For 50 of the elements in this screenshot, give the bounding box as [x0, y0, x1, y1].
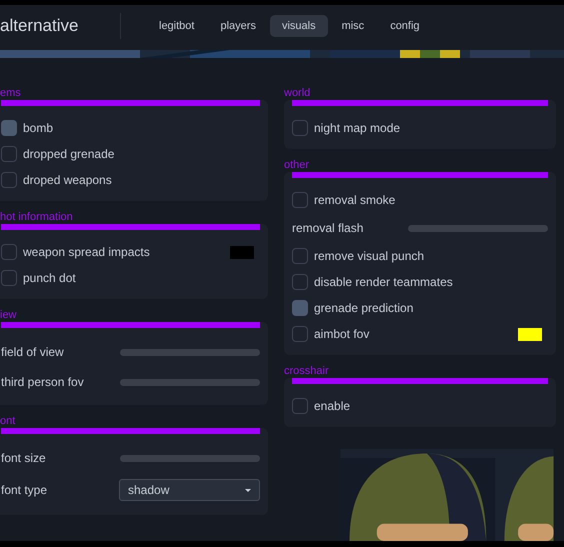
nav-tab[interactable]: misc — [330, 14, 376, 36]
slider-label: third person fov — [1, 375, 84, 389]
option-label: dropped grenade — [23, 147, 114, 161]
section-title: crosshair — [284, 365, 330, 378]
checkbox[interactable] — [292, 398, 308, 414]
slider-label: field of view — [1, 345, 64, 359]
option-label: punch dot — [23, 271, 76, 285]
option-label: aimbot fov — [314, 327, 370, 341]
color-swatch[interactable] — [230, 246, 254, 258]
slider-track[interactable] — [408, 224, 548, 232]
slider-track[interactable] — [120, 378, 260, 386]
section-title: ont — [0, 415, 16, 428]
slider-track[interactable] — [120, 348, 260, 356]
nav-tab[interactable]: visuals — [270, 14, 328, 36]
checkbox[interactable] — [1, 270, 17, 286]
checkbox[interactable] — [292, 326, 308, 342]
option-label: remove visual punch — [314, 249, 424, 263]
nav-tab[interactable]: players — [208, 14, 268, 36]
nav-tab[interactable]: legitbot — [147, 14, 206, 36]
color-swatch[interactable] — [518, 328, 542, 340]
caret-icon — [245, 488, 251, 492]
section-title: hot information — [0, 211, 74, 224]
section-title: iew — [0, 309, 18, 322]
section-title: ems — [0, 87, 22, 100]
option-label: night map mode — [314, 121, 400, 135]
section-title: other — [284, 159, 310, 172]
option-label: bomb — [23, 121, 54, 135]
checkbox[interactable] — [1, 172, 17, 188]
option-label: weapon spread impacts — [23, 245, 150, 259]
slider-track[interactable] — [120, 454, 260, 462]
checkbox[interactable] — [292, 274, 308, 290]
dropdown[interactable]: shadow — [119, 479, 260, 501]
option-label: droped weapons — [23, 173, 112, 187]
dropdown-label: font type — [1, 483, 48, 497]
section-title: world — [284, 87, 312, 100]
checkbox[interactable] — [292, 192, 308, 208]
nav-tab[interactable]: config — [378, 14, 432, 36]
slider-label: removal flash — [292, 221, 364, 235]
checkbox[interactable] — [292, 300, 308, 316]
checkbox[interactable] — [1, 120, 17, 136]
checkbox[interactable] — [292, 120, 308, 136]
checkbox[interactable] — [1, 146, 17, 162]
app-title: alternative — [0, 16, 80, 36]
option-label: disable render teammates — [314, 275, 453, 289]
slider-label: font size — [1, 451, 46, 465]
option-label: enable — [314, 399, 350, 413]
checkbox[interactable] — [292, 248, 308, 264]
checkbox[interactable] — [1, 244, 17, 260]
option-label: removal smoke — [314, 193, 396, 207]
option-label: grenade prediction — [314, 301, 414, 315]
